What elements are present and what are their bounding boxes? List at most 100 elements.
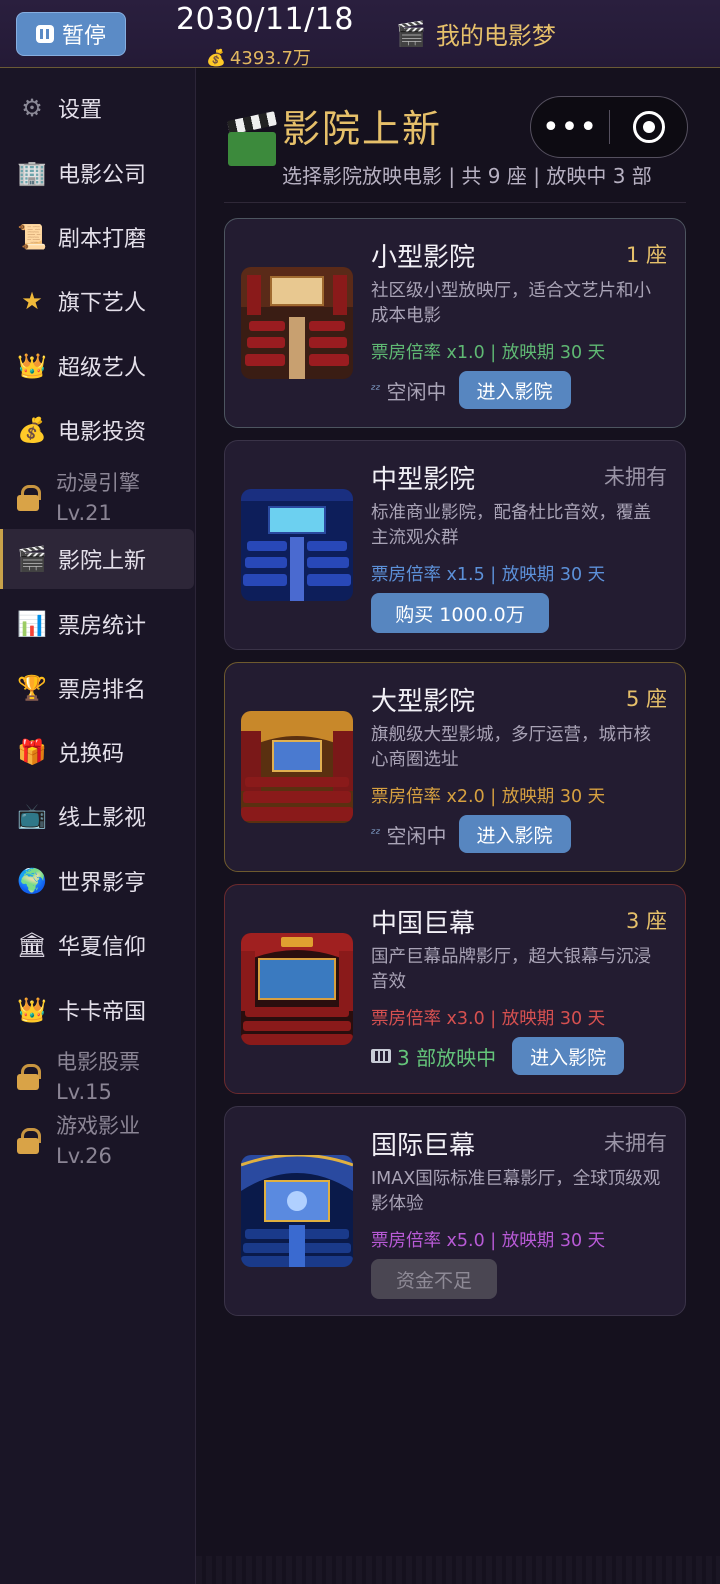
cinema-rate: 票房倍率 x2.0 | 放映期 30 天: [371, 787, 606, 807]
tv-icon: 📺: [17, 802, 47, 830]
sidebar-item-super-artists[interactable]: 👑 超级艺人: [0, 336, 194, 396]
cinema-description: 国产巨幕品牌影厅，超大银幕与沉浸音效: [371, 947, 651, 992]
pause-button[interactable]: 暂停: [16, 12, 126, 56]
sidebar-item-label: 动漫引擎: [56, 471, 140, 495]
sidebar-item-kaka-empire[interactable]: 👑 卡卡帝国: [0, 980, 194, 1040]
clapper-icon: 🎬: [17, 545, 47, 573]
page-title: 影院上新: [282, 107, 443, 151]
sidebar-item-label: 兑换码: [58, 742, 125, 767]
cinema-status: 5 座: [625, 687, 667, 711]
mini-program-capsule: •••: [530, 96, 688, 158]
more-button[interactable]: •••: [531, 97, 609, 157]
showing-label: 3 部放映中: [397, 1045, 497, 1070]
app-title-text: 我的电影梦: [435, 22, 556, 50]
cinema-status: 未拥有: [604, 1131, 667, 1155]
crown-icon: 👑: [17, 996, 47, 1024]
sidebar-item-label: 华夏信仰: [58, 935, 147, 960]
clapper-board-icon: [222, 111, 278, 168]
star-icon: ★: [21, 287, 43, 315]
sidebar-item-huaxia-faith[interactable]: 🏛 华夏信仰: [0, 915, 194, 975]
sidebar-item-film-company[interactable]: 🏢 电影公司: [0, 143, 194, 203]
sidebar-item-label: 电影公司: [58, 163, 147, 188]
sidebar-item-label: 影院上新: [58, 549, 147, 574]
cinema-showing-row: 3 部放映中 进入影院: [371, 1037, 625, 1075]
close-button[interactable]: [610, 111, 687, 143]
cinema-description: 标准商业影院，配备杜比音效，覆盖主流观众群: [371, 503, 651, 548]
sidebar-item-label: 设置: [58, 98, 103, 123]
sidebar-item-label: 电影股票: [56, 1050, 140, 1074]
target-icon: [632, 111, 665, 143]
cinema-status: 3 座: [625, 909, 667, 933]
crown-icon: 👑: [17, 352, 47, 380]
sidebar-item-level: Lv.21: [56, 501, 112, 525]
sidebar-item-game-studio[interactable]: 游戏影业 Lv.26: [0, 1108, 194, 1174]
money-bag-icon: 💰: [17, 416, 47, 444]
idle-label: 空闲中: [386, 379, 447, 404]
cinema-rate: 票房倍率 x1.0 | 放映期 30 天: [371, 343, 606, 363]
sidebar-item-anime-engine[interactable]: 动漫引擎 Lv.21: [0, 465, 194, 531]
cinema-name: 中型影院: [371, 465, 476, 495]
cinema-card-large: 大型影院 5 座 旗舰级大型影城，多厅运营，城市核心商圈选址 票房倍率 x2.0…: [224, 662, 686, 872]
sidebar-item-film-stock[interactable]: 电影股票 Lv.15: [0, 1044, 194, 1110]
cinema-description: 旗舰级大型影城，多厅运营，城市核心商圈选址: [371, 725, 651, 770]
cinema-status: 未拥有: [604, 465, 667, 489]
insufficient-funds-button[interactable]: 资金不足: [371, 1259, 497, 1299]
imax-cinema-image: [241, 1155, 353, 1267]
sidebar-item-label: 旗下艺人: [58, 291, 147, 316]
gift-icon: 🎁: [17, 738, 47, 766]
small-cinema-image: [241, 267, 353, 379]
medium-cinema-image: [241, 489, 353, 601]
sidebar-item-cinemas[interactable]: 🎬 影院上新: [0, 529, 194, 589]
buy-cinema-button[interactable]: 购买 1000.0万: [371, 593, 549, 633]
sidebar-item-investment[interactable]: 💰 电影投资: [0, 400, 194, 460]
pause-label: 暂停: [61, 24, 106, 49]
header-divider: [224, 202, 686, 203]
sidebar-item-label: 电影投资: [58, 420, 147, 445]
sidebar-item-settings[interactable]: ⚙ 设置: [0, 78, 194, 138]
app-title: 🎬 我的电影梦: [396, 16, 556, 51]
sidebar-item-label: 卡卡帝国: [58, 1000, 147, 1025]
lock-icon: [16, 1064, 41, 1090]
sidebar-item-label: 游戏影业: [56, 1114, 140, 1138]
temple-icon: 🏛: [16, 931, 48, 959]
enter-cinema-button[interactable]: 进入影院: [512, 1037, 625, 1075]
bottom-decoration: [196, 1556, 720, 1584]
large-cinema-image: [241, 711, 353, 823]
pause-icon: [35, 25, 54, 43]
sidebar-item-script[interactable]: 📜 剧本打磨: [0, 207, 194, 267]
sidebar-item-label: 线上影视: [58, 806, 147, 831]
money-bag-icon: 💰: [206, 47, 226, 67]
sidebar-item-artists[interactable]: ★ 旗下艺人: [0, 271, 194, 331]
cinema-description: IMAX国际标准巨幕影厅，全球顶级观影体验: [371, 1169, 661, 1214]
enter-cinema-button[interactable]: 进入影院: [458, 371, 571, 409]
sidebar-item-label: 票房排名: [58, 678, 147, 703]
scroll-icon: 📜: [17, 223, 47, 251]
cinema-card-small: 小型影院 1 座 社区级小型放映厅，适合文艺片和小成本电影 票房倍率 x1.0 …: [224, 218, 686, 428]
cinema-card-china-giant-screen: 中国巨幕 3 座 国产巨幕品牌影厅，超大银幕与沉浸音效 票房倍率 x3.0 | …: [224, 884, 686, 1094]
cinema-name: 中国巨幕: [371, 909, 476, 939]
cinema-rate: 票房倍率 x1.5 | 放映期 30 天: [371, 565, 606, 585]
sidebar-item-online-video[interactable]: 📺 线上影视: [0, 786, 194, 846]
sidebar-item-redeem-code[interactable]: 🎁 兑换码: [0, 722, 194, 782]
cinema-card-medium: 中型影院 未拥有 标准商业影院，配备杜比音效，覆盖主流观众群 票房倍率 x1.5…: [224, 440, 686, 650]
cinema-description: 社区级小型放映厅，适合文艺片和小成本电影: [371, 281, 651, 326]
top-bar: 暂停 2030/11/18 💰 4393.7万 🎬 我的电影梦: [0, 0, 720, 70]
cinema-rate: 票房倍率 x5.0 | 放映期 30 天: [371, 1231, 606, 1251]
sidebar-item-label: 剧本打磨: [58, 227, 147, 252]
building-icon: 🏢: [17, 159, 47, 187]
cinema-rate: 票房倍率 x3.0 | 放映期 30 天: [371, 1009, 606, 1029]
sidebar-item-box-office-rank[interactable]: 🏆 票房排名: [0, 658, 194, 718]
cinema-name: 国际巨幕: [371, 1131, 476, 1161]
sidebar-item-world-mogul[interactable]: 🌍 世界影亨: [0, 851, 194, 911]
sleep-icon: ᶻᶻ: [371, 382, 381, 398]
cinema-name: 大型影院: [371, 687, 476, 717]
sleep-icon: ᶻᶻ: [371, 826, 381, 842]
sidebar-item-label: 超级艺人: [58, 356, 147, 381]
cinema-name: 小型影院: [371, 243, 476, 273]
sidebar-item-box-office-stats[interactable]: 📊 票房统计: [0, 594, 194, 654]
globe-icon: 🌍: [17, 867, 47, 895]
clapper-icon: 🎬: [396, 19, 426, 48]
sidebar-item-label: 票房统计: [58, 614, 147, 639]
money-display: 💰 4393.7万: [206, 44, 311, 70]
enter-cinema-button[interactable]: 进入影院: [458, 815, 571, 853]
